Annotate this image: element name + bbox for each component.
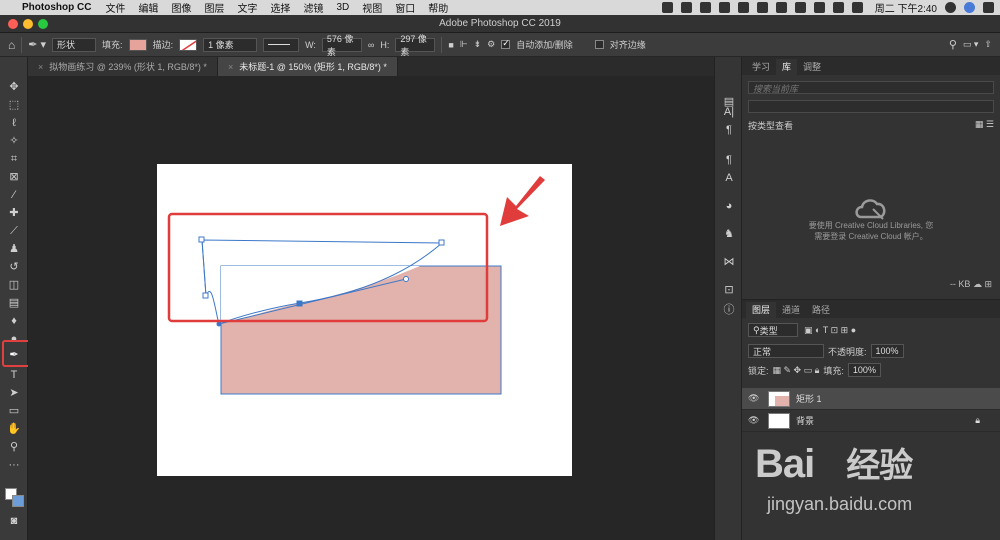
paragraph-styles-icon[interactable]: ¶ [722, 153, 736, 167]
status-app-icon[interactable] [775, 2, 787, 13]
pen-path-curve [201, 239, 207, 297]
lock-label: 锁定: [748, 365, 769, 376]
tab-layers[interactable]: 图层 [746, 302, 777, 318]
watermark-brand-2: 经验 [846, 447, 913, 485]
layer-row[interactable]: 👁︎ 背景 🔒︎ [742, 410, 1000, 432]
panel-icon-column: ▤ A| ¶ ¶ A ◕ ♞ ⋈ ⊡ ⓘ [714, 57, 742, 540]
character-styles-icon[interactable]: A [722, 171, 736, 185]
visibility-eye-icon[interactable]: 👁︎ [748, 393, 762, 404]
layer-thumbnail [768, 412, 790, 429]
tab-adjustments[interactable]: 调整 [797, 59, 827, 75]
character-panel-icon[interactable]: A| [722, 105, 736, 119]
search-icon[interactable] [945, 2, 956, 13]
properties-icon[interactable]: ⊡ [722, 283, 736, 297]
layer-fill-input[interactable]: 100% [847, 363, 881, 377]
layer-filter-select[interactable]: ⚲ 类型 [748, 323, 798, 337]
tab-learn[interactable]: 学习 [746, 59, 776, 75]
glyphs-icon[interactable]: ♞ [722, 227, 736, 241]
cc-message-line-1: 要使用 Creative Cloud Libraries, 您 [808, 221, 934, 230]
layer-filter-text: 类型 [759, 325, 778, 336]
view-by-select[interactable]: 按类型查看 [748, 119, 793, 132]
creative-cloud-message: 要使用 Creative Cloud Libraries, 您 需要登录 Cre… [742, 220, 1000, 242]
cc-message-line-2: 需要登录 Creative Cloud 帐户。 [814, 232, 928, 241]
library-select[interactable] [748, 100, 994, 113]
layer-lock-icon: 🔒︎ [975, 415, 980, 425]
input-source-icon[interactable] [851, 2, 863, 13]
layer-fill-label: 填充: [823, 365, 844, 376]
info-icon[interactable]: ⓘ [722, 303, 736, 317]
tab-paths[interactable]: 路径 [806, 302, 836, 318]
layer-name[interactable]: 矩形 1 [796, 392, 822, 405]
opacity-input[interactable]: 100% [870, 344, 904, 358]
wifi-icon[interactable] [813, 2, 825, 13]
siri-icon[interactable] [964, 2, 975, 13]
tab-libraries[interactable]: 库 [776, 59, 798, 75]
library-search-input[interactable]: 搜索当前库 [748, 81, 994, 94]
clock[interactable]: 周二 下午2:40 [875, 0, 937, 15]
workspace-icon[interactable]: ▭ ▾ [963, 39, 979, 50]
search-icon[interactable]: ⚲ [949, 38, 957, 51]
menu-list-icon[interactable] [983, 2, 994, 13]
direction-handle [403, 276, 409, 282]
libraries-tabs: 学习 库 调整 [742, 57, 1000, 75]
transform-icon[interactable]: ⋈ [722, 255, 736, 269]
watermark-brand: Bai [755, 442, 815, 486]
status-app-icon[interactable] [737, 2, 749, 13]
tab-channels[interactable]: 通道 [776, 302, 806, 318]
canvas-overlay[interactable] [0, 0, 714, 540]
layer-name[interactable]: 背景 [796, 414, 814, 427]
anchor-point [202, 292, 209, 299]
baidu-watermark: Bai 经验 jingyan.baidu.com [755, 430, 995, 530]
watermark-url: jingyan.baidu.com [767, 494, 913, 514]
lock-icons[interactable]: ▦ ✎ ✥ ▭ 🔒︎ [773, 365, 820, 376]
layer-filter-icons[interactable]: ▣ ◐ T ⊡ ⊞ ● [804, 325, 856, 336]
battery-icon[interactable] [832, 2, 844, 13]
library-size-label: -- KB ☁ ⊞ [949, 279, 992, 289]
share-icon[interactable]: ⇧ [984, 39, 992, 50]
status-app-icon[interactable] [756, 2, 768, 13]
anchor-point [438, 239, 445, 246]
creative-cloud-icon [855, 199, 886, 220]
swatches-icon[interactable]: ◕ [722, 199, 736, 213]
library-size-text: -- KB [949, 279, 971, 289]
view-mode-icons[interactable]: ▦ ☰ [975, 119, 994, 132]
annotation-arrow-icon [500, 176, 545, 226]
layers-tabs: 图层 通道 路径 [742, 300, 1000, 318]
anchor-point-selected [296, 300, 303, 307]
anchor-point [198, 236, 205, 243]
blend-mode-select[interactable]: 正常 [748, 344, 824, 358]
bluetooth-icon[interactable] [794, 2, 806, 13]
visibility-eye-icon[interactable]: 👁︎ [748, 415, 762, 426]
layer-thumbnail [768, 390, 790, 407]
paragraph-panel-icon[interactable]: ¶ [722, 123, 736, 137]
layer-row[interactable]: 👁︎ 矩形 1 [742, 388, 1000, 410]
opacity-label: 不透明度: [828, 346, 867, 357]
status-app-icon[interactable] [718, 2, 730, 13]
